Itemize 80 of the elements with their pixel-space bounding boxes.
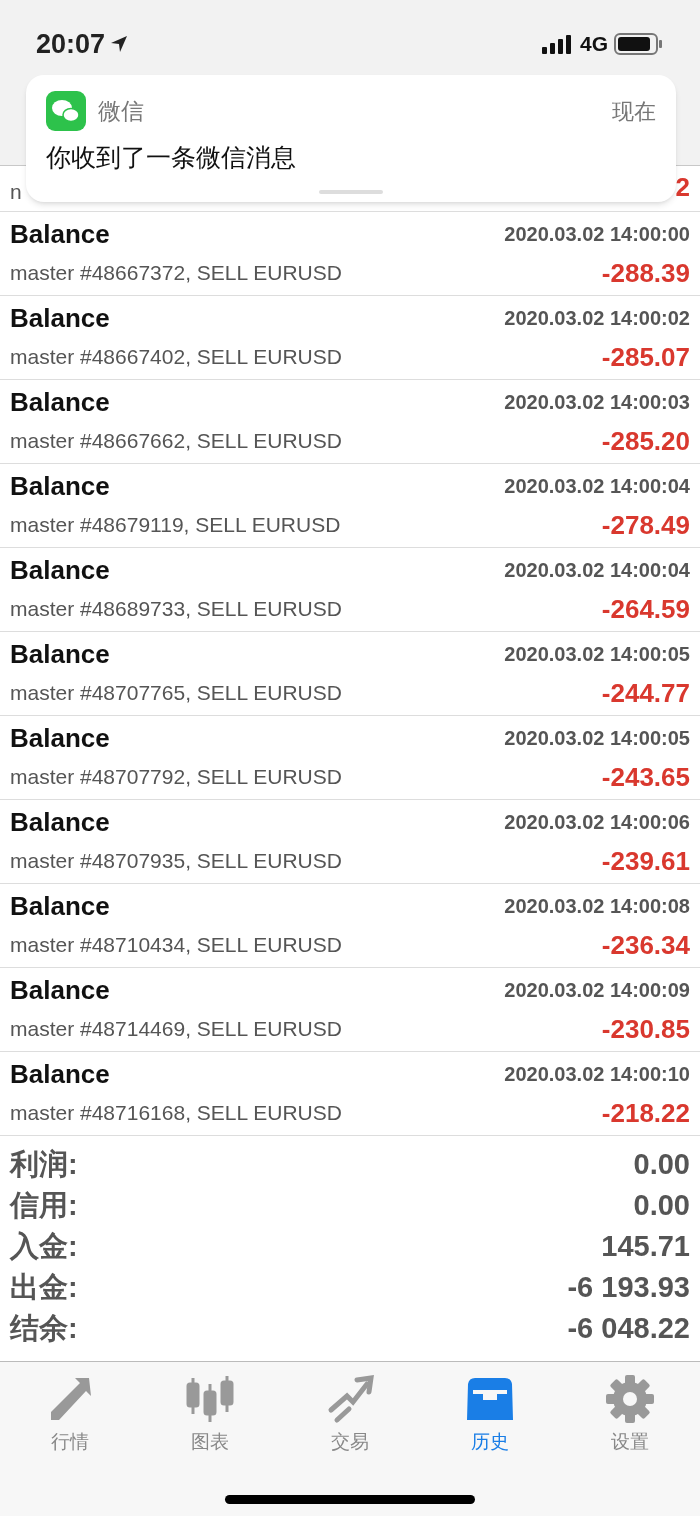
transaction-date: 2020.03.02 14:00:05 [504, 726, 690, 751]
transaction-type: Balance [10, 217, 110, 251]
transaction-date: 2020.03.02 14:00:08 [504, 894, 690, 919]
transaction-row[interactable]: Balance 2020.03.02 14:00:02 master #48667402, SELL EURUSD -285.07 [0, 296, 700, 380]
transaction-date: 2020.03.02 14:00:05 [504, 642, 690, 667]
transaction-type: Balance [10, 805, 110, 839]
transaction-date: 2020.03.02 14:00:04 [504, 558, 690, 583]
network-label: 4G [580, 31, 608, 57]
summary-value: 0.00 [633, 1146, 690, 1182]
grabber-handle[interactable] [319, 190, 383, 194]
transaction-type: Balance [10, 469, 110, 503]
transaction-row[interactable]: Balance 2020.03.02 14:00:06 master #48707935, SELL EURUSD -239.61 [0, 800, 700, 884]
transaction-row[interactable]: Balance 2020.03.02 14:00:04 master #48689733, SELL EURUSD -264.59 [0, 548, 700, 632]
transaction-date: 2020.03.02 14:00:09 [504, 978, 690, 1003]
transaction-type: Balance [10, 889, 110, 923]
transaction-date: 2020.03.02 14:00:04 [504, 474, 690, 499]
battery-icon [614, 32, 664, 55]
chat-app-icon [46, 91, 86, 131]
transaction-description: master #48679119, SELL EURUSD [10, 512, 341, 539]
transaction-date: 2020.03.02 14:00:00 [504, 222, 690, 247]
summary-label: 利润: [10, 1146, 78, 1182]
transaction-description: master #48716168, SELL EURUSD [10, 1100, 342, 1127]
transaction-description: master #48714469, SELL EURUSD [10, 1016, 342, 1043]
transaction-amount: -236.34 [601, 928, 690, 962]
transaction-amount: 2 [675, 171, 690, 204]
transaction-amount: -285.07 [601, 340, 690, 374]
transaction-amount: -239.61 [601, 844, 690, 878]
notification-message: 你收到了一条微信消息 [46, 142, 297, 173]
summary-value: -6 048.22 [567, 1310, 690, 1346]
transaction-amount: -288.39 [601, 256, 690, 290]
transaction-date: 2020.03.02 14:00:10 [504, 1062, 690, 1087]
transaction-amount: -285.20 [601, 424, 690, 458]
transaction-amount: -243.65 [601, 760, 690, 794]
transaction-description: master #48667372, SELL EURUSD [10, 260, 342, 287]
signal-icon [542, 33, 574, 54]
summary-value: 0.00 [633, 1187, 690, 1223]
transaction-amount: -264.59 [601, 592, 690, 626]
settings-icon [605, 1374, 655, 1424]
summary-label: 出金: [10, 1269, 78, 1305]
transaction-row[interactable]: Balance 2020.03.02 14:00:09 master #48714469, SELL EURUSD -230.85 [0, 968, 700, 1052]
transaction-row[interactable]: Balance 2020.03.02 14:00:03 master #48667662, SELL EURUSD -285.20 [0, 380, 700, 464]
transaction-description: master #48667662, SELL EURUSD [10, 428, 342, 455]
transaction-type: Balance [10, 721, 110, 755]
notification-app-name: 微信 [98, 96, 144, 126]
transaction-amount: -244.77 [601, 676, 690, 710]
transaction-date: 2020.03.02 14:00:03 [504, 390, 690, 415]
transaction-description: master #48707765, SELL EURUSD [10, 680, 342, 707]
transaction-type: Balance [10, 385, 110, 419]
status-time: 20:07 [36, 28, 106, 61]
transaction-type: Balance [10, 553, 110, 587]
transaction-description: n [10, 178, 22, 205]
transaction-date: 2020.03.02 14:00:02 [504, 306, 690, 331]
transaction-row[interactable]: Balance 2020.03.02 14:00:04 master #48679119, SELL EURUSD -278.49 [0, 464, 700, 548]
transaction-row[interactable]: Balance 2020.03.02 14:00:08 master #48710434, SELL EURUSD -236.34 [0, 884, 700, 968]
transaction-amount: -230.85 [601, 1012, 690, 1046]
transaction-description: master #48689733, SELL EURUSD [10, 596, 342, 623]
summary-value: 145.71 [601, 1228, 690, 1264]
summary-value: -6 193.93 [567, 1269, 690, 1305]
transaction-amount: -278.49 [601, 508, 690, 542]
transaction-type: Balance [10, 637, 110, 671]
summary-label: 入金: [10, 1228, 78, 1264]
transaction-description: master #48667402, SELL EURUSD [10, 344, 342, 371]
candlestick-icon [185, 1374, 235, 1424]
transaction-type: Balance [10, 973, 110, 1007]
transaction-description: master #48707792, SELL EURUSD [10, 764, 342, 791]
transaction-row[interactable]: Balance 2020.03.02 14:00:05 master #48707792, SELL EURUSD -243.65 [0, 716, 700, 800]
transaction-type: Balance [10, 301, 110, 335]
transaction-description: master #48707935, SELL EURUSD [10, 848, 342, 875]
transaction-description: master #48710434, SELL EURUSD [10, 932, 342, 959]
transaction-amount: -218.22 [601, 1096, 690, 1130]
transaction-row[interactable]: Balance 2020.03.02 14:00:05 master #48707765, SELL EURUSD -244.77 [0, 632, 700, 716]
transaction-date: 2020.03.02 14:00:06 [504, 810, 690, 835]
notification-time: 现在 [612, 97, 656, 126]
transaction-type: Balance [10, 1057, 110, 1091]
transaction-row[interactable]: Balance 2020.03.02 14:00:00 master #48667372, SELL EURUSD -288.39 [0, 212, 700, 296]
summary-label: 信用: [10, 1187, 78, 1223]
transaction-row[interactable]: Balance 2020.03.02 14:00:10 master #48716168, SELL EURUSD -218.22 [0, 1052, 700, 1136]
summary-label: 结余: [10, 1310, 78, 1346]
notification-card[interactable]: 微信 现在 你收到了一条微信消息 [26, 75, 676, 202]
tab[interactable]: 历史 [430, 1374, 550, 1457]
